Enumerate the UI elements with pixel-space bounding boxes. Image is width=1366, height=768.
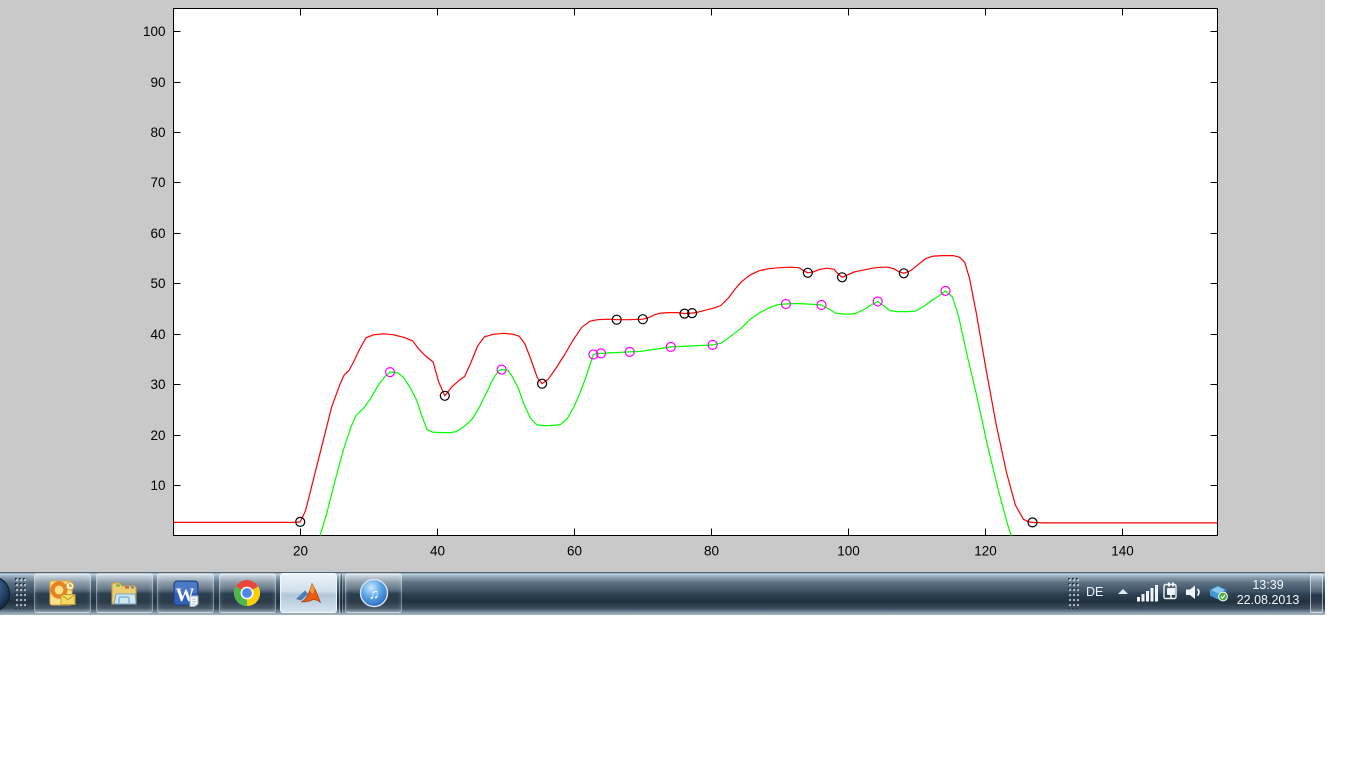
itunes-icon: ♫ [358,577,390,609]
language-indicator[interactable]: DE [1086,585,1103,599]
show-desktop-button[interactable] [1310,574,1323,613]
y-tick-label: 30 [150,377,165,392]
taskbar-button-word[interactable]: W [157,573,214,613]
x-tick-label: 20 [293,544,308,559]
y-tick-label: 10 [150,478,165,493]
outlook-icon [47,577,79,609]
plot-background [174,9,1218,536]
dropbox-icon[interactable] [1207,583,1230,602]
taskbar-button-matlab[interactable] [280,573,337,613]
taskbar-button-explorer[interactable] [96,573,153,613]
x-tick-label: 100 [837,544,860,559]
up-arrow-icon[interactable] [1118,589,1128,594]
y-tick-label: 80 [150,125,165,140]
tray-clock[interactable]: 13:39 22.08.2013 [1228,577,1308,611]
word-icon: W [170,577,202,609]
taskbar-button-itunes[interactable]: ♫ [345,573,402,613]
taskbar-button-outlook[interactable] [34,573,91,613]
taskbar-button-chrome[interactable] [219,573,276,613]
taskbar-separator [339,574,340,613]
y-tick-label: 60 [150,226,165,241]
matlab-icon [293,577,325,609]
x-tick-label: 60 [567,544,582,559]
taskbar: W [0,572,1325,615]
y-tick-label: 50 [150,276,165,291]
y-tick-label: 90 [150,75,165,90]
clock-date: 22.08.2013 [1228,593,1308,607]
y-tick-label: 70 [150,175,165,190]
power-plug-icon[interactable] [1161,582,1181,602]
chrome-icon [231,577,263,609]
start-button[interactable] [0,576,10,612]
x-tick-label: 40 [430,544,445,559]
x-tick-label: 80 [704,544,719,559]
folder-icon [108,577,140,609]
taskbar-grip-tray[interactable] [1068,578,1079,609]
svg-text:♫: ♫ [368,586,379,602]
matlab-figure-window: 20 40 60 80 100 120 140 10 20 30 40 50 60 70 80 90 100 [0,0,1325,572]
x-tick-label: 120 [974,544,997,559]
speaker-icon[interactable] [1186,585,1204,600]
y-tick-label: 100 [143,24,166,39]
signal-bars-icon[interactable] [1137,585,1159,602]
plot-canvas: 20 40 60 80 100 120 140 10 20 30 40 50 60 70 80 90 100 [0,0,1325,572]
taskbar-grip-left[interactable] [15,578,26,609]
y-tick-label: 20 [150,428,165,443]
y-tick-label: 40 [150,327,165,342]
x-tick-label: 140 [1111,544,1134,559]
clock-time: 13:39 [1228,577,1308,593]
